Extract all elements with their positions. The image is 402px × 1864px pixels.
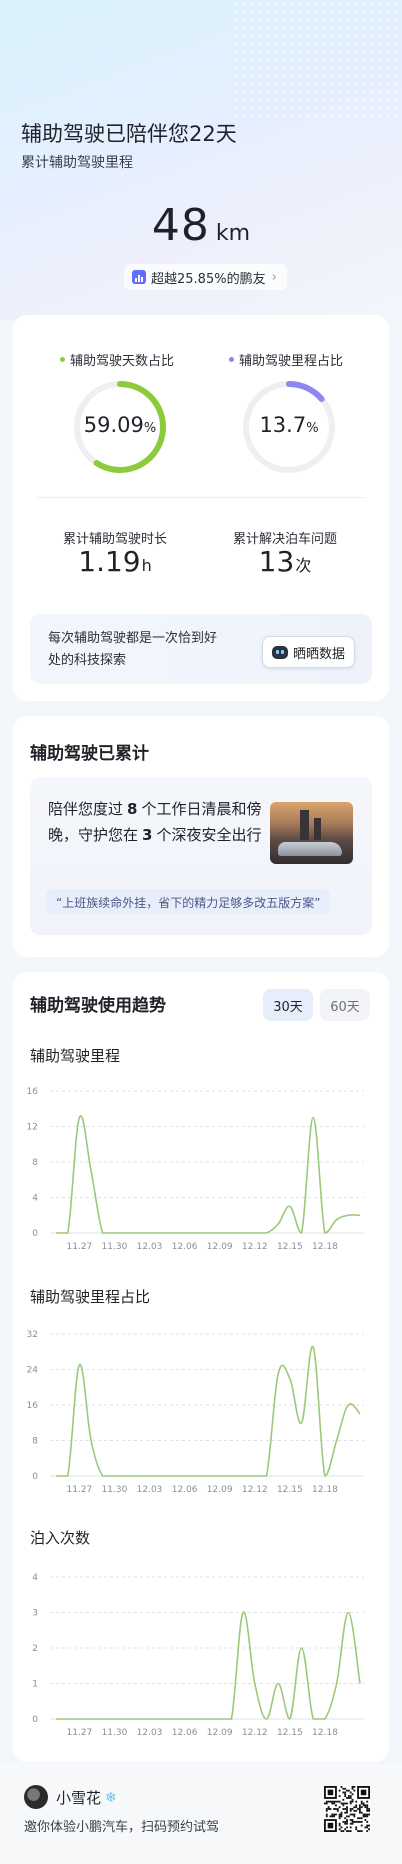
divider bbox=[36, 497, 366, 498]
x-tick-label: 12.18 bbox=[312, 1242, 338, 1252]
tab-30-days[interactable]: 30天 bbox=[263, 989, 313, 1021]
qr-code[interactable] bbox=[324, 1786, 370, 1832]
car-city-image bbox=[270, 802, 353, 864]
total-distance: 48 km bbox=[0, 200, 402, 251]
x-tick-label: 12.12 bbox=[242, 1728, 268, 1738]
x-tick-label: 11.30 bbox=[102, 1728, 128, 1738]
y-tick-label: 16 bbox=[27, 1401, 39, 1411]
snowflake-icon: ❄ bbox=[105, 1789, 117, 1806]
y-tick-label: 0 bbox=[32, 1715, 38, 1725]
total-distance-value: 48 bbox=[151, 200, 210, 251]
x-tick-label: 12.18 bbox=[312, 1485, 338, 1495]
x-tick-label: 11.30 bbox=[102, 1485, 128, 1495]
quote-tag: “上班族续命外挂，省下的精力足够多改五版方案” bbox=[46, 889, 331, 915]
y-tick-label: 8 bbox=[32, 1158, 38, 1168]
x-tick-label: 11.27 bbox=[67, 1242, 93, 1252]
hero-dot-pattern bbox=[232, 0, 402, 120]
legend-dot bbox=[60, 357, 65, 362]
nights-count: 3 bbox=[142, 826, 153, 844]
parking-count-line-chart: 0 1 2 3 4 11.27 11.30 12.03 12.06 12.09 12.12 12.15… bbox=[32, 1573, 364, 1738]
stat-value-duration: 1.19h bbox=[78, 545, 152, 578]
accumulated-title: 辅助驾驶已累计 bbox=[30, 744, 149, 764]
y-tick-label: 8 bbox=[32, 1437, 38, 1447]
series-line bbox=[55, 1611, 361, 1720]
x-tick-label: 12.03 bbox=[137, 1242, 163, 1252]
hero-title: 辅助驾驶已陪伴您22天 bbox=[21, 122, 237, 146]
y-tick-label: 12 bbox=[27, 1123, 38, 1133]
x-tick-label: 12.15 bbox=[277, 1485, 303, 1495]
chart-title-distance-ratio: 辅助驾驶里程占比 bbox=[30, 1288, 151, 1306]
workdays-count: 8 bbox=[127, 800, 138, 818]
y-tick-label: 0 bbox=[32, 1229, 38, 1239]
y-tick-label: 4 bbox=[32, 1573, 38, 1583]
x-tick-label: 11.30 bbox=[102, 1242, 128, 1252]
stat-value-parking: 13次 bbox=[258, 545, 312, 578]
share-banner-text: 每次辅助驾驶都是一次恰到好处的科技探索 bbox=[48, 631, 218, 668]
x-tick-label: 12.09 bbox=[207, 1728, 233, 1738]
y-tick-label: 2 bbox=[32, 1644, 38, 1654]
x-tick-label: 12.09 bbox=[207, 1485, 233, 1495]
tab-60-days[interactable]: 60天 bbox=[320, 989, 370, 1021]
legend-dot bbox=[229, 357, 234, 362]
x-tick-label: 12.15 bbox=[277, 1728, 303, 1738]
rank-text: 超越25.85%的鹏友 bbox=[151, 271, 266, 287]
y-tick-label: 4 bbox=[32, 1194, 38, 1204]
ring-label-days: 辅助驾驶天数占比 bbox=[60, 350, 174, 369]
y-tick-label: 24 bbox=[27, 1366, 39, 1376]
x-tick-label: 12.12 bbox=[242, 1242, 268, 1252]
distance-line-chart: 0 4 8 12 16 11.27 11.30 12.03 12.06 12.09 12.12 12.… bbox=[27, 1087, 364, 1252]
ring-label-days-text: 辅助驾驶天数占比 bbox=[70, 354, 175, 369]
distance-ratio-line-chart: 0 8 16 24 32 11.27 11.30 12.03 12.06 12.09 12.12 12… bbox=[27, 1330, 364, 1495]
y-tick-label: 0 bbox=[32, 1472, 38, 1482]
x-tick-label: 12.06 bbox=[172, 1728, 198, 1738]
series-line bbox=[55, 1115, 361, 1234]
x-tick-label: 12.06 bbox=[172, 1485, 198, 1495]
user-name: 小雪花 ❄ bbox=[56, 1787, 117, 1808]
invite-text: 邀你体验小鹏汽车，扫码预约试驾 bbox=[24, 1820, 220, 1835]
y-tick-label: 32 bbox=[27, 1330, 38, 1340]
trend-title: 辅助驾驶使用趋势 bbox=[30, 996, 166, 1016]
x-tick-label: 11.27 bbox=[67, 1728, 93, 1738]
days-ratio-value: 59.09% bbox=[83, 413, 157, 437]
chart-title-parking-count: 泊入次数 bbox=[30, 1529, 91, 1547]
x-tick-label: 12.15 bbox=[277, 1242, 303, 1252]
ring-label-distance-text: 辅助驾驶里程占比 bbox=[239, 354, 344, 369]
x-tick-label: 12.03 bbox=[137, 1728, 163, 1738]
x-tick-label: 12.18 bbox=[312, 1728, 338, 1738]
x-tick-label: 12.06 bbox=[172, 1242, 198, 1252]
y-tick-label: 1 bbox=[32, 1680, 38, 1690]
chevron-right-icon: › bbox=[271, 269, 277, 285]
x-tick-label: 12.12 bbox=[242, 1485, 268, 1495]
share-data-button-label: 晒晒数据 bbox=[292, 646, 345, 662]
distance-ratio-value: 13.7% bbox=[259, 413, 319, 437]
hero-subtitle: 累计辅助驾驶里程 bbox=[21, 155, 133, 171]
accumulated-text: 陪伴您度过 8 个工作日清晨和傍晚，守护您在 3 个深夜安全出行 bbox=[48, 800, 262, 844]
share-data-button[interactable]: 晒晒数据 bbox=[262, 636, 355, 668]
y-tick-label: 16 bbox=[27, 1087, 39, 1097]
user-name-text: 小雪花 bbox=[56, 1789, 102, 1807]
avatar bbox=[24, 1785, 48, 1809]
rank-badge[interactable]: 超越25.85%的鹏友 › bbox=[124, 264, 287, 290]
series-line bbox=[55, 1346, 361, 1477]
x-tick-label: 12.09 bbox=[207, 1242, 233, 1252]
x-tick-label: 12.03 bbox=[137, 1485, 163, 1495]
total-distance-unit: km bbox=[215, 221, 251, 246]
y-tick-label: 3 bbox=[32, 1609, 38, 1619]
ring-label-distance: 辅助驾驶里程占比 bbox=[229, 350, 343, 369]
robot-icon bbox=[271, 645, 288, 659]
x-tick-label: 11.27 bbox=[67, 1485, 93, 1495]
car-silhouette bbox=[278, 842, 342, 856]
chart-title-distance: 辅助驾驶里程 bbox=[30, 1047, 121, 1065]
bar-chart-icon bbox=[132, 270, 146, 284]
